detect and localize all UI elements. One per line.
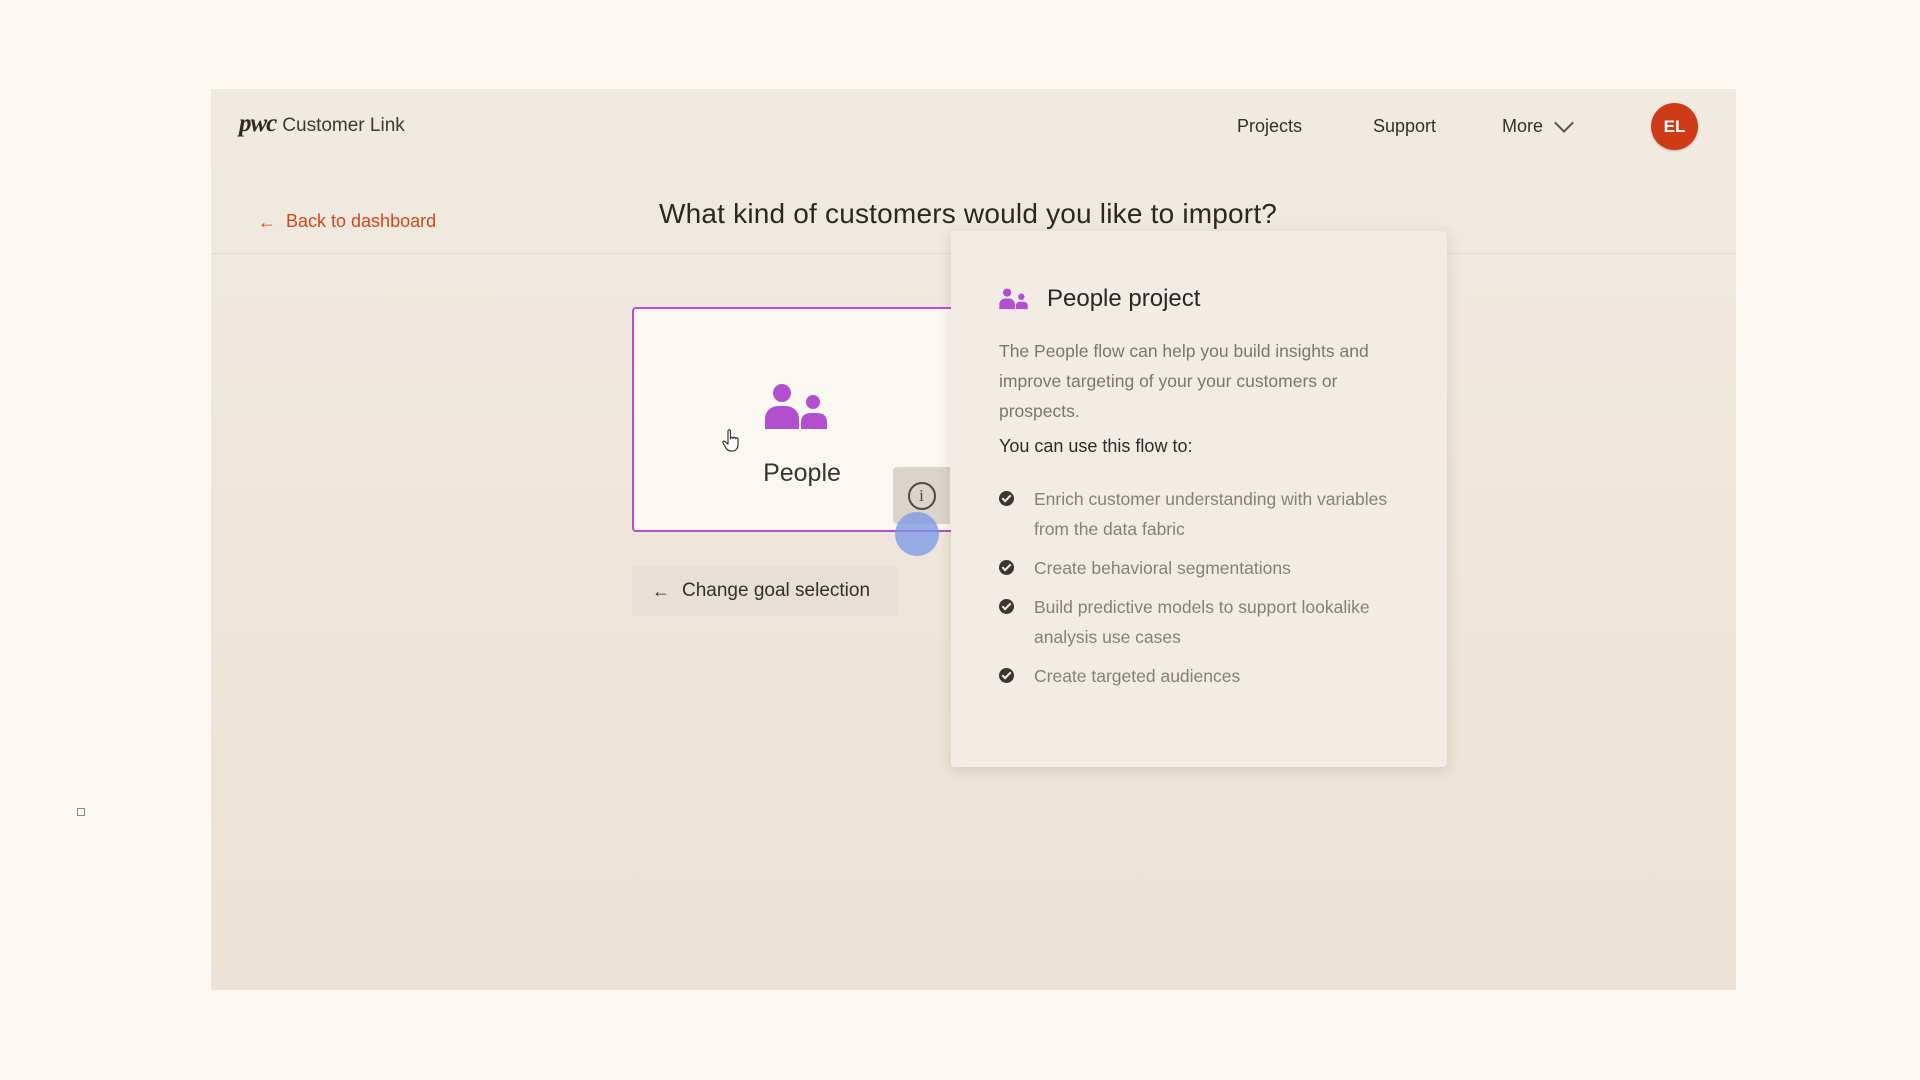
- check-circle-icon: [999, 668, 1014, 683]
- user-avatar[interactable]: EL: [1651, 103, 1698, 150]
- list-item-text: Create behavioral segmentations: [1034, 558, 1291, 578]
- click-indicator: [895, 512, 939, 556]
- app-logo[interactable]: pwc Customer Link: [239, 110, 405, 138]
- panel-title: People project: [1047, 285, 1201, 312]
- app-name: Customer Link: [282, 115, 405, 136]
- change-goal-selection-button[interactable]: ← Change goal selection: [632, 566, 898, 616]
- stray-mark: [77, 808, 85, 816]
- list-item: Create targeted audiences: [999, 661, 1409, 691]
- change-goal-selection-label: Change goal selection: [682, 580, 871, 601]
- panel-subheading: You can use this flow to:: [999, 436, 1193, 456]
- list-item-text: Enrich customer understanding with varia…: [1034, 489, 1388, 539]
- people-project-info-panel: People project The People flow can help …: [951, 231, 1447, 767]
- list-item: Enrich customer understanding with varia…: [999, 484, 1409, 544]
- hand-cursor-icon: [722, 429, 739, 452]
- people-icon: [999, 288, 1028, 310]
- app-window: pwc Customer Link Projects Support More …: [211, 89, 1736, 990]
- check-circle-icon: [999, 560, 1014, 575]
- people-icon: [765, 384, 827, 429]
- list-item: Create behavioral segmentations: [999, 553, 1409, 583]
- list-item-text: Create targeted audiences: [1034, 666, 1241, 686]
- arrow-left-icon: ←: [258, 211, 276, 232]
- top-navigation-bar: pwc Customer Link Projects Support More …: [211, 89, 1736, 166]
- arrow-left-icon: ←: [652, 581, 670, 601]
- panel-use-case-list: Enrich customer understanding with varia…: [999, 484, 1409, 700]
- nav-support-link[interactable]: Support: [1373, 116, 1436, 137]
- panel-description: The People flow can help you build insig…: [999, 341, 1369, 421]
- back-to-dashboard-link[interactable]: ← Back to dashboard: [258, 211, 436, 232]
- info-icon: i: [907, 481, 936, 510]
- page-title: What kind of customers would you like to…: [659, 198, 1278, 229]
- check-circle-icon: [999, 491, 1014, 506]
- panel-header: People project: [999, 285, 1200, 313]
- nav-more-menu[interactable]: More: [1502, 112, 1574, 137]
- list-item-text: Build predictive models to support looka…: [1034, 597, 1370, 647]
- nav-more-label: More: [1502, 116, 1544, 136]
- pwc-logo-mark: pwc: [239, 110, 277, 137]
- nav-projects-link[interactable]: Projects: [1237, 116, 1302, 137]
- back-to-dashboard-label: Back to dashboard: [286, 211, 437, 231]
- check-circle-icon: [999, 599, 1014, 614]
- list-item: Build predictive models to support looka…: [999, 592, 1409, 652]
- chevron-down-icon: [1554, 112, 1574, 133]
